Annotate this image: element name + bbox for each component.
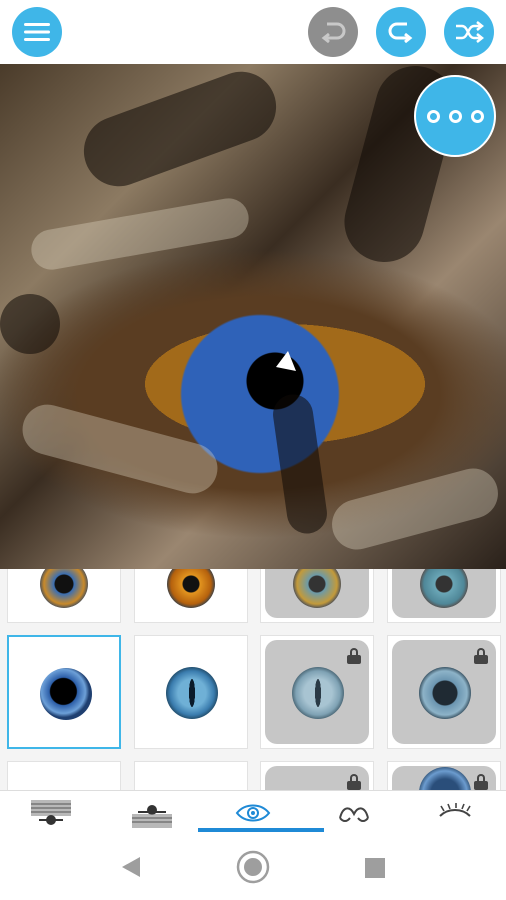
home-circle-icon[interactable] — [236, 850, 270, 884]
feature-tab-bar — [0, 790, 506, 835]
eye-thumb — [419, 667, 471, 719]
top-toolbar — [0, 0, 506, 64]
eye-thumb — [40, 668, 92, 720]
eye-style-item-locked[interactable] — [387, 635, 501, 749]
undo-icon — [321, 22, 346, 43]
eye-thumb — [292, 667, 344, 719]
redo-button[interactable] — [376, 7, 426, 57]
eye-icon — [235, 804, 270, 822]
eye-style-item-locked[interactable] — [260, 635, 374, 749]
eye-style-item[interactable] — [134, 635, 248, 749]
hamburger-menu-icon — [24, 23, 50, 41]
eye-highlight — [276, 351, 296, 371]
eye-style-grid — [0, 569, 506, 790]
eye-style-item-locked[interactable] — [387, 569, 501, 623]
back-triangle-icon[interactable] — [120, 855, 142, 879]
eye-style-item-locked[interactable] — [260, 569, 374, 623]
fur-highlight — [28, 195, 252, 273]
eye-style-item[interactable] — [134, 761, 248, 790]
fur-highlight — [326, 462, 504, 556]
dot — [470, 109, 484, 123]
shuffle-icon — [456, 21, 484, 43]
dot — [448, 109, 462, 123]
tab-closed-eye[interactable] — [404, 791, 505, 835]
fur-stripe — [270, 391, 330, 537]
eye-thumb — [40, 569, 88, 608]
shuffle-button[interactable] — [444, 7, 494, 57]
lock-icon — [347, 648, 361, 664]
lock-icon — [474, 774, 488, 790]
dot — [426, 109, 440, 123]
eye-style-item-selected[interactable] — [7, 635, 121, 749]
eye-style-item[interactable] — [134, 569, 248, 623]
tab-eye-shape[interactable] — [101, 791, 202, 835]
eyebrow-pattern-icon — [30, 800, 71, 825]
active-tab-indicator — [198, 828, 324, 832]
recents-square-icon[interactable] — [364, 857, 386, 879]
eye-style-item[interactable] — [7, 761, 121, 790]
lock-icon — [347, 774, 361, 790]
menu-button[interactable] — [12, 7, 62, 57]
eyelash-icon — [338, 807, 369, 822]
eye-style-item-locked[interactable] — [260, 761, 374, 790]
fur-stripe — [74, 64, 286, 197]
fur-stripe — [0, 294, 60, 354]
system-nav-bar — [0, 834, 506, 900]
eye-thumb — [167, 569, 215, 608]
tab-eyebrow[interactable] — [0, 791, 101, 835]
eye-thumb — [166, 667, 218, 719]
undo-button[interactable] — [308, 7, 358, 57]
fur-highlight — [16, 398, 224, 500]
redo-icon — [388, 22, 413, 43]
lock-icon — [474, 648, 488, 664]
eye-pattern-icon — [131, 805, 172, 828]
eye-style-item[interactable] — [7, 569, 121, 623]
more-options-button[interactable] — [414, 75, 496, 157]
closed-eye-icon — [438, 803, 471, 817]
eye-style-item-locked[interactable] — [387, 761, 501, 790]
